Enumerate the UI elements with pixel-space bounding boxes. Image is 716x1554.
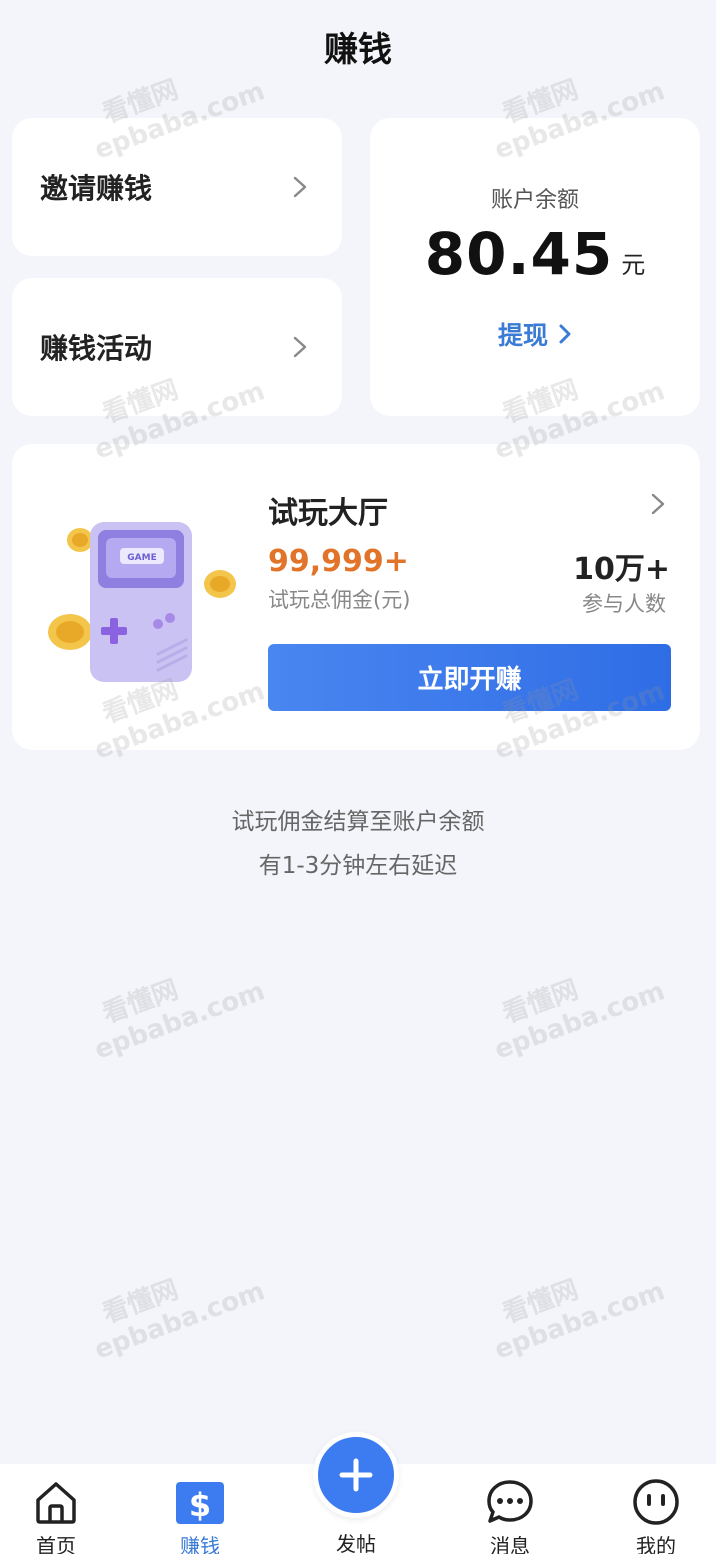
tab-me[interactable]: 我的 — [596, 1464, 716, 1554]
start-earning-button[interactable]: 立即开赚 — [268, 644, 671, 711]
watermark: 看懂网 epbaba.com — [490, 974, 669, 1066]
withdraw-label: 提现 — [497, 321, 548, 350]
message-icon — [487, 1480, 533, 1523]
tab-messages-label: 消息 — [490, 1534, 530, 1554]
game-console-illustration: GAME — [48, 522, 236, 682]
balance-label: 账户余额 — [490, 188, 579, 213]
page-title: 赚钱 — [324, 29, 392, 70]
tab-home-label: 首页 — [36, 1534, 76, 1554]
header: 赚钱 — [0, 0, 716, 92]
chevron-right-icon[interactable] — [648, 492, 668, 516]
tab-me-label: 我的 — [636, 1534, 676, 1554]
watermark: 看懂网 epbaba.com — [90, 974, 269, 1066]
profile-face-icon — [633, 1479, 679, 1525]
chevron-right-icon — [293, 336, 307, 358]
watermark: 看懂网 epbaba.com — [490, 1274, 669, 1366]
tab-post-label: 发帖 — [336, 1532, 376, 1554]
tab-earn[interactable]: $ 赚钱 — [140, 1464, 260, 1554]
console-screen-text: GAME — [127, 553, 156, 563]
create-post-button[interactable] — [313, 1432, 399, 1518]
tab-messages[interactable]: 消息 — [450, 1464, 570, 1554]
trial-hall-title[interactable]: 试玩大厅 — [268, 488, 388, 532]
settlement-note: 试玩佣金结算至账户余额 有1-3分钟左右延迟 — [0, 800, 716, 888]
total-commission-label: 试玩总佣金(元) — [268, 588, 411, 612]
dollar-icon: $ — [176, 1482, 224, 1524]
home-icon — [36, 1482, 76, 1524]
settlement-note-line-1: 试玩佣金结算至账户余额 — [231, 809, 485, 835]
withdraw-button[interactable]: 提现 — [370, 316, 700, 352]
svg-text:$: $ — [189, 1486, 211, 1524]
total-commission-value: 99,999+ — [268, 544, 409, 579]
balance-amount: 80.45 — [424, 220, 614, 288]
balance-amount-row: 80.45 元 — [370, 222, 700, 286]
earn-activity-label: 赚钱活动 — [40, 332, 153, 365]
tab-home[interactable]: 首页 — [0, 1464, 116, 1554]
chevron-right-icon — [293, 176, 307, 198]
participants-value: 10万+ — [573, 552, 670, 587]
balance-unit: 元 — [621, 251, 646, 279]
balance-card: 账户余额 80.45 元 提现 — [370, 118, 700, 416]
participants-label: 参与人数 — [582, 592, 666, 616]
chevron-right-icon — [559, 324, 571, 344]
earn-activity-card[interactable]: 赚钱活动 — [12, 278, 342, 416]
invite-earn-label: 邀请赚钱 — [40, 172, 153, 205]
trial-hall-card: GAME 试玩大厅 99,999+ 试玩总佣金(元) 10万+ 参与人数 立即开… — [12, 444, 700, 750]
plus-icon — [339, 1458, 373, 1492]
watermark: 看懂网 epbaba.com — [90, 1274, 269, 1366]
invite-earn-card[interactable]: 邀请赚钱 — [12, 118, 342, 256]
settlement-note-line-2: 有1-3分钟左右延迟 — [258, 853, 458, 879]
tab-earn-label: 赚钱 — [180, 1534, 220, 1554]
